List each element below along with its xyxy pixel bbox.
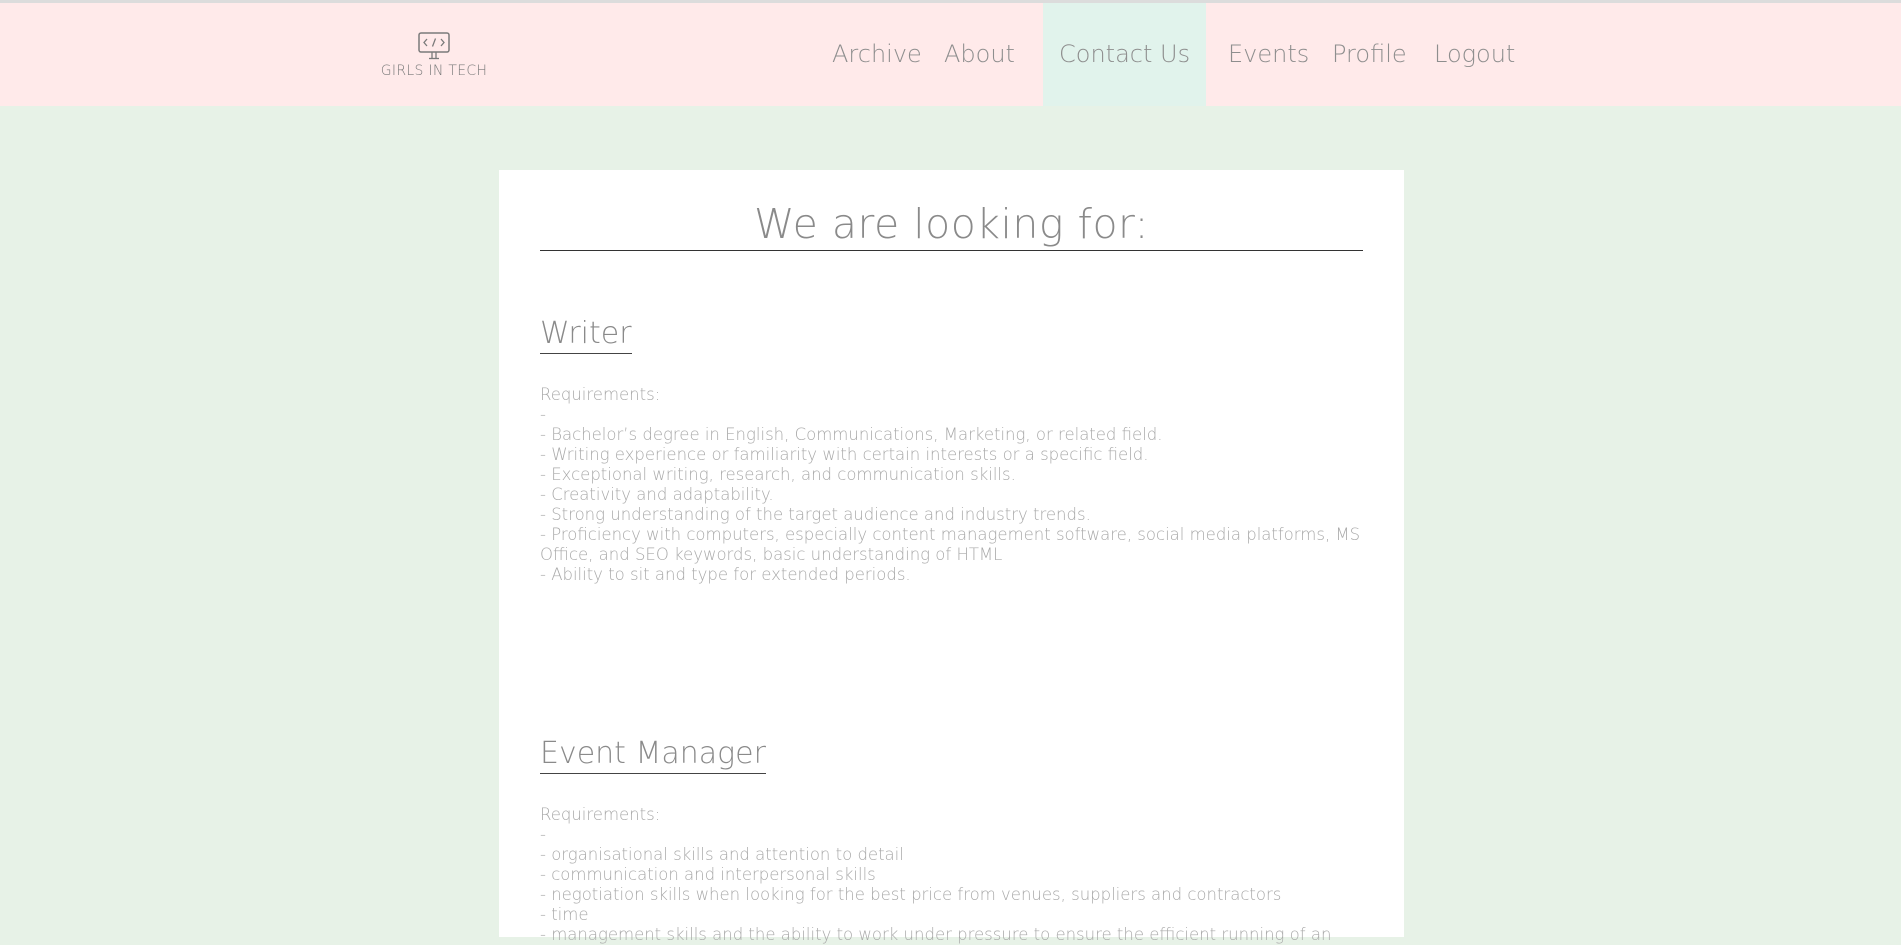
requirement-line: - communication and interpersonal skills xyxy=(540,865,876,884)
requirement-line: - Proficiency with computers, especially… xyxy=(540,525,1361,564)
requirement-line: - management skills and the ability to w… xyxy=(540,925,1332,944)
requirement-line: - Strong understanding of the target aud… xyxy=(540,505,1091,524)
job-title-event-manager: Event Manager xyxy=(540,736,766,774)
nav-archive[interactable]: Archive xyxy=(832,3,922,106)
requirement-line: - Exceptional writing, research, and com… xyxy=(540,465,1016,484)
requirement-line: - Creativity and adaptability. xyxy=(540,485,774,504)
page-title: We are looking for: xyxy=(753,200,1150,248)
job-requirements-event-manager: Requirements: - - organisational skills … xyxy=(540,805,1370,945)
requirement-line: - Ability to sit and type for extended p… xyxy=(540,565,911,584)
requirement-line: - Writing experience or familiarity with… xyxy=(540,445,1149,464)
requirement-line: - xyxy=(540,405,546,424)
job-requirements-writer: Requirements: - - Bachelor’s degree in E… xyxy=(540,385,1370,585)
nav-events[interactable]: Events xyxy=(1228,3,1309,106)
content-card: We are looking for: Writer Requirements:… xyxy=(499,170,1404,944)
requirements-label: Requirements: xyxy=(540,805,661,824)
requirement-line: - Bachelor’s degree in English, Communic… xyxy=(540,425,1163,444)
title-underline xyxy=(540,250,1363,251)
nav-profile[interactable]: Profile xyxy=(1332,3,1407,106)
code-monitor-icon xyxy=(418,32,450,60)
job-title-writer: Writer xyxy=(540,316,632,354)
requirement-line: - time xyxy=(540,905,589,924)
site-logo[interactable]: GIRLS IN TECH xyxy=(378,31,490,83)
nav-about[interactable]: About xyxy=(944,3,1015,106)
requirement-line: - organisational skills and attention to… xyxy=(540,845,904,864)
nav-logout[interactable]: Logout xyxy=(1434,3,1515,106)
nav-contact-us[interactable]: Contact Us xyxy=(1043,3,1207,106)
logo-text: GIRLS IN TECH xyxy=(380,63,488,79)
requirement-line: - negotiation skills when looking for th… xyxy=(540,885,1282,904)
requirements-label: Requirements: xyxy=(540,385,661,404)
requirement-line: - xyxy=(540,825,546,844)
